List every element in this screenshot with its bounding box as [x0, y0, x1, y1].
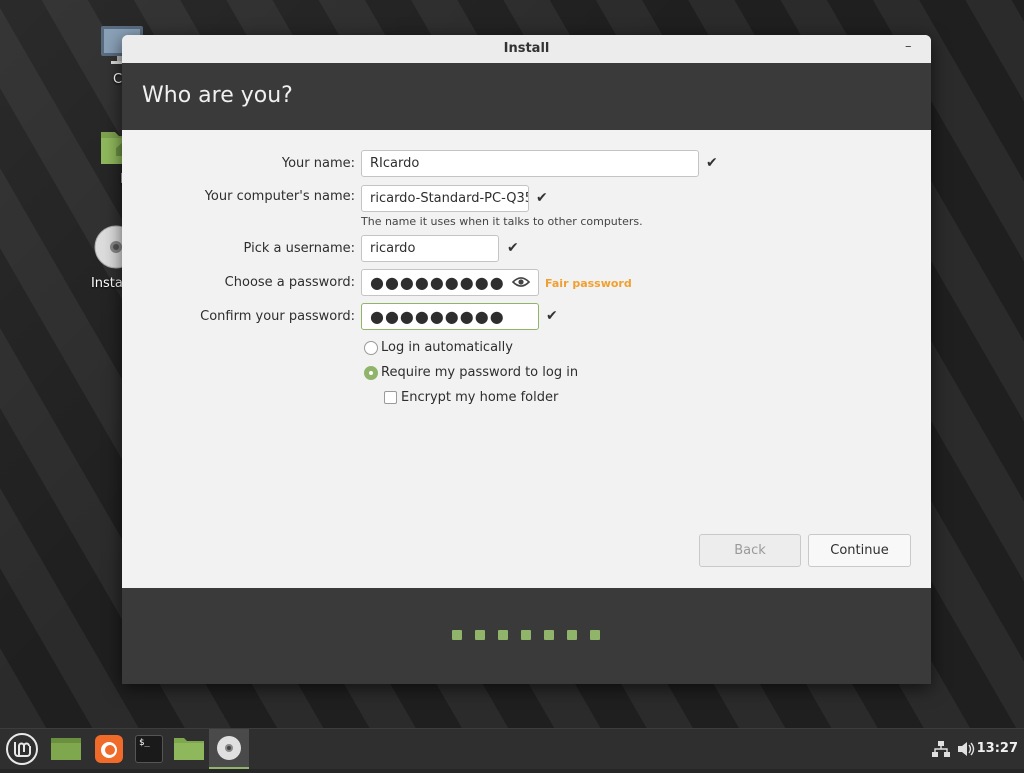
computer-name-label: Your computer's name: — [204, 189, 355, 204]
name-valid-check-icon: ✔ — [706, 155, 718, 171]
computer-name-valid-check-icon: ✔ — [536, 190, 548, 206]
clock[interactable]: 13:27 — [977, 741, 1018, 756]
progress-step — [590, 630, 600, 640]
username-field[interactable]: ricardo — [361, 235, 499, 262]
show-password-eye-icon[interactable] — [511, 275, 531, 289]
progress-step — [475, 630, 485, 640]
autologin-label[interactable]: Log in automatically — [381, 340, 513, 355]
page-title: Who are you? — [142, 83, 293, 108]
installer-window: Install – Who are you? Your name: RIcard… — [122, 35, 931, 684]
password-strength-label: Fair password — [545, 277, 632, 290]
window-title: Install — [503, 41, 550, 56]
firefox-icon[interactable] — [89, 729, 129, 769]
page-header: Who are you? — [122, 63, 931, 130]
encrypt-home-checkbox[interactable] — [384, 391, 397, 404]
require-password-label[interactable]: Require my password to log in — [381, 365, 578, 380]
window-titlebar[interactable]: Install – — [122, 35, 931, 64]
back-button[interactable]: Back — [699, 534, 801, 567]
folder-icon[interactable] — [169, 729, 209, 769]
progress-step — [498, 630, 508, 640]
continue-button[interactable]: Continue — [808, 534, 911, 567]
confirm-password-field[interactable]: ●●●●●●●●● — [361, 303, 539, 330]
autologin-radio[interactable] — [364, 341, 378, 355]
require-password-radio[interactable] — [364, 366, 378, 380]
network-icon[interactable] — [932, 741, 950, 757]
minimize-icon[interactable]: – — [905, 39, 919, 55]
confirm-password-valid-check-icon: ✔ — [546, 308, 558, 324]
installer-disc-icon[interactable] — [209, 729, 249, 769]
taskbar: $_ 13:27 — [0, 728, 1024, 769]
terminal-prompt-text: $_ — [139, 738, 150, 748]
progress-step — [567, 630, 577, 640]
confirm-password-label: Confirm your password: — [200, 309, 355, 324]
files-icon[interactable] — [46, 729, 86, 769]
encrypt-home-label[interactable]: Encrypt my home folder — [401, 390, 558, 405]
progress-step — [521, 630, 531, 640]
computer-name-field[interactable]: ricardo-Standard-PC-Q35 — [361, 185, 529, 212]
password-label: Choose a password: — [224, 275, 355, 290]
volume-icon[interactable] — [957, 741, 975, 757]
computer-name-hint: The name it uses when it talks to other … — [361, 215, 643, 228]
progress-step — [544, 630, 554, 640]
username-label: Pick a username: — [243, 241, 355, 256]
username-valid-check-icon: ✔ — [507, 240, 519, 256]
terminal-icon[interactable]: $_ — [129, 729, 169, 769]
name-field[interactable]: RIcardo — [361, 150, 699, 177]
name-label: Your name: — [281, 156, 355, 171]
mint-menu-icon[interactable] — [2, 729, 42, 769]
progress-footer — [122, 588, 931, 684]
progress-step — [452, 630, 462, 640]
